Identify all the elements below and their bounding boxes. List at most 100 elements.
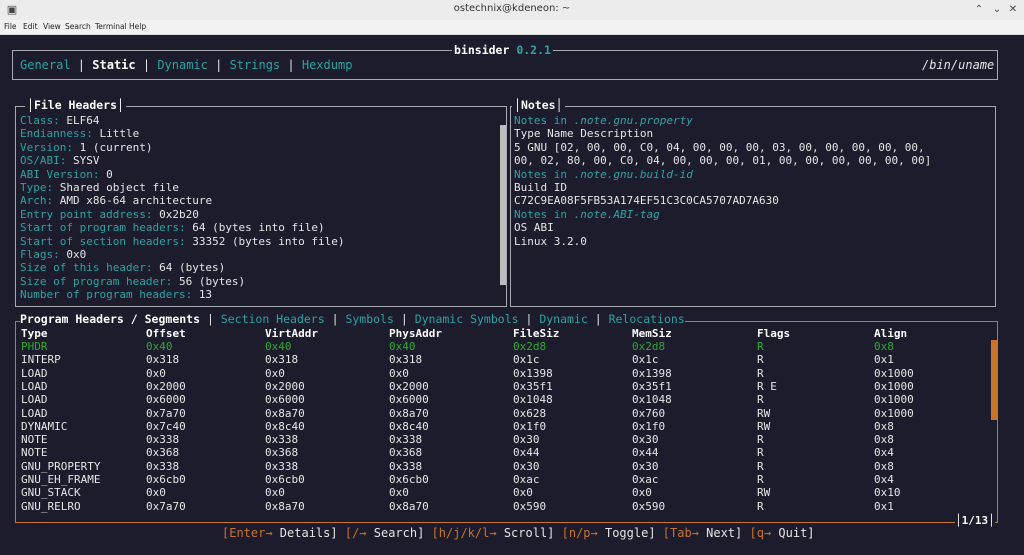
tab-dynamic[interactable]: Dynamic	[157, 58, 208, 72]
file-header-key: Size of this header:	[20, 261, 153, 275]
table-cell: 0x8c40	[389, 419, 429, 433]
table-cell: 0x8a70	[265, 499, 305, 513]
key-hint-label: Scroll]	[496, 526, 555, 540]
tab-relocations[interactable]: Relocations	[609, 312, 685, 326]
notes-section: .note.gnu.build-id	[573, 167, 693, 181]
tab-hexdump[interactable]: Hexdump	[302, 58, 353, 72]
table-cell: 0x6cb0	[389, 473, 429, 486]
file-header-key: Class:	[20, 114, 60, 127]
table-cell: R	[757, 366, 764, 380]
notes-line: Build ID	[514, 181, 567, 194]
table-cell: 0x1048	[513, 393, 553, 407]
table-cell: LOAD	[21, 366, 48, 380]
table-cell: 0x8	[874, 340, 894, 353]
key-hint-label: Toggle]	[597, 526, 656, 540]
column-header[interactable]: MemSiz	[632, 327, 672, 340]
menu-help[interactable]: Help	[129, 22, 146, 31]
menu-file[interactable]: File	[4, 22, 17, 31]
key-hint-key: [Tab→	[662, 526, 699, 540]
notes-line: Linux 3.2.0	[514, 235, 587, 248]
table-cell: 0x318	[146, 353, 180, 367]
tab-section-headers[interactable]: Section Headers	[221, 312, 325, 326]
table-cell: 0x0	[513, 486, 533, 500]
notes-line: C72C9EA08F5FB53A174EF51C3C0CA5707AD7A630	[514, 194, 779, 207]
table-cell: GNU_PROPERTY	[21, 459, 101, 473]
tab-program-headers[interactable]: Program Headers / Segments	[20, 312, 200, 326]
notes-prefix: Notes in	[514, 114, 574, 127]
table-cell: 0x6cb0	[146, 473, 186, 486]
table-cell: 0x30	[513, 433, 540, 447]
table-cell: 0x338	[389, 433, 423, 447]
table-cell: GNU_RELRO	[21, 499, 81, 513]
table-cell: 0x0	[265, 486, 285, 500]
tab-symbols[interactable]: Symbols	[345, 312, 393, 326]
key-hints-footer: [Enter→ Details] [/→ Search] [h/j/k/l→ S…	[222, 526, 815, 540]
chevron-up-icon[interactable]: ⌃	[972, 3, 986, 17]
tab-separator: |	[200, 312, 221, 326]
table-cell: 0x35f1	[513, 379, 553, 393]
table-cell: 0x368	[146, 446, 180, 460]
column-header[interactable]: PhysAddr	[389, 327, 442, 340]
file-header-row: Start of program headers: 64 (bytes into…	[20, 221, 325, 234]
file-header-row: Flags: 0x0	[20, 248, 86, 261]
tab-strings[interactable]: Strings	[230, 58, 281, 72]
segments-scrollbar[interactable]	[991, 340, 997, 420]
table-cell: 0x0	[146, 486, 166, 500]
close-icon[interactable]: ✕	[1006, 3, 1020, 17]
file-header-value: SYSV	[72, 154, 100, 168]
table-cell: 0x10	[874, 486, 901, 500]
file-header-value: 33352 (bytes into file)	[192, 234, 345, 248]
file-header-key: Number of program headers:	[20, 288, 193, 302]
table-cell: R	[757, 499, 764, 513]
table-cell: 0x1048	[632, 393, 672, 407]
file-headers-scrollbar[interactable]	[500, 125, 506, 285]
table-cell: 0x760	[632, 406, 666, 420]
tab-dynamic-section[interactable]: Dynamic	[539, 312, 587, 326]
column-header[interactable]: Align	[874, 327, 907, 340]
notes-section: .note.gnu.property	[573, 114, 693, 127]
menu-view[interactable]: View	[43, 22, 61, 31]
table-cell: 0x2000	[265, 379, 305, 393]
table-cell: INTERP	[21, 353, 61, 367]
file-header-value: Shared object file	[59, 181, 179, 194]
table-cell: 0x1	[874, 499, 894, 513]
table-cell: 0x1c	[513, 353, 540, 367]
minimize-icon[interactable]: ⌄	[990, 3, 1004, 17]
notes-line: Notes in .note.gnu.build-id	[514, 168, 693, 181]
table-cell: 0x30	[632, 433, 659, 447]
table-cell: 0x1	[874, 353, 894, 367]
tab-static[interactable]: Static	[92, 58, 135, 72]
menu-edit[interactable]: Edit	[23, 22, 38, 31]
table-cell: 0x7a70	[146, 499, 186, 513]
column-header[interactable]: Offset	[146, 327, 186, 340]
menu-terminal[interactable]: Terminal	[95, 22, 127, 31]
file-header-value: 64 (bytes)	[159, 261, 226, 275]
table-cell: 0x318	[389, 353, 423, 367]
table-cell: 0x7c40	[146, 419, 186, 433]
column-header[interactable]: Type	[21, 327, 48, 340]
file-header-key: Start of section headers:	[20, 234, 186, 248]
tab-separator: |	[393, 312, 415, 326]
file-header-row: OS/ABI: SYSV	[20, 154, 99, 167]
window-title: ostechnix@kdeneon: ~	[453, 3, 571, 14]
file-header-key: Size of program header:	[20, 274, 173, 288]
tab-general[interactable]: General	[20, 58, 71, 72]
notes-line: Type Name Description	[514, 127, 653, 140]
file-header-value: 13	[198, 288, 213, 302]
column-header[interactable]: FileSiz	[513, 327, 559, 340]
tab-dynamic-symbols[interactable]: Dynamic Symbols	[415, 312, 519, 326]
column-header[interactable]: Flags	[757, 327, 790, 340]
terminal-window: ▣ ostechnix@kdeneon: ~ ⌃ ⌄ ✕ File Edit V…	[0, 0, 1024, 555]
menu-search[interactable]: Search	[65, 22, 91, 31]
table-cell: 0x628	[513, 406, 547, 420]
table-cell: 0xac	[632, 473, 659, 486]
notes-prefix: Notes in	[514, 207, 574, 221]
table-cell: 0x590	[513, 499, 547, 513]
table-cell: 0x4	[874, 473, 894, 486]
column-header[interactable]: VirtAddr	[265, 327, 318, 340]
